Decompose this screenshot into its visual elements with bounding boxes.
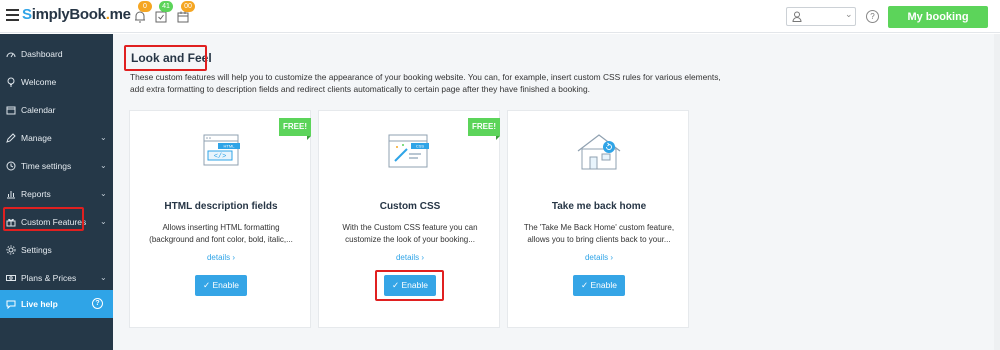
details-link[interactable]: details › [508, 253, 690, 262]
enable-button[interactable]: ✓ Enable [195, 275, 247, 296]
svg-text:CSS: CSS [416, 144, 425, 149]
svg-text:HTML: HTML [224, 144, 236, 149]
sidebar-item-custom-features[interactable]: Custom Features ⌄ [0, 208, 113, 236]
bell-icon[interactable]: 0 [133, 1, 152, 24]
top-bar: SimplyBook.me 0 41 00 ⌄ ? My booking web… [0, 0, 1000, 45]
sidebar-item-plans-prices[interactable]: Plans & Prices ⌄ [0, 264, 113, 292]
tasks-badge: 41 [159, 1, 173, 12]
chevron-down-icon: ⌄ [100, 217, 107, 226]
sidebar-item-label: Time settings [21, 161, 72, 171]
clock-icon [6, 161, 16, 171]
sidebar-item-label: Calendar [21, 105, 56, 115]
card-title: HTML description fields [164, 201, 278, 212]
help-icon[interactable]: ? [866, 10, 879, 23]
page-title: Look and Feel [131, 51, 212, 65]
css-editor-icon: CSS [388, 134, 429, 168]
money-icon [6, 275, 16, 281]
card-title: Custom CSS [379, 201, 441, 212]
sidebar-item-label: Custom Features [21, 217, 87, 227]
sidebar-item-label: Plans & Prices [21, 273, 77, 283]
chart-icon [7, 191, 15, 199]
chevron-down-icon: ⌄ [100, 161, 107, 170]
sidebar-item-dashboard[interactable]: Dashboard [0, 40, 113, 68]
feature-card-custom-css: FREE! CSS Custom CSS With the Custom CSS… [318, 110, 500, 328]
sidebar-item-label: Live help [21, 299, 58, 309]
card-description: The 'Take Me Back Home' custom feature, … [523, 223, 675, 244]
home-redirect-icon [577, 134, 621, 170]
gear-icon [6, 245, 16, 255]
help-icon[interactable]: ? [92, 298, 103, 309]
sidebar-item-manage[interactable]: Manage ⌄ [0, 124, 113, 152]
gift-icon [6, 218, 16, 227]
sidebar-item-calendar[interactable]: Calendar [0, 96, 113, 124]
dashboard-icon [6, 52, 16, 58]
card-description: With the Custom CSS feature you can cust… [342, 223, 478, 244]
sidebar-item-label: Dashboard [21, 49, 63, 59]
card-title: Take me back home [551, 201, 647, 212]
user-icon [792, 11, 802, 22]
calendar-badge: 00 [181, 1, 195, 12]
chevron-down-icon: ⌄ [845, 9, 853, 19]
checklist-icon[interactable]: 41 [154, 1, 173, 24]
logo[interactable]: SimplyBook.me [22, 6, 131, 23]
sidebar-item-time-settings[interactable]: Time settings ⌄ [0, 152, 113, 180]
calendar-icon[interactable]: 00 [176, 1, 195, 24]
sidebar: Dashboard Welcome Calendar Manage ⌄ Time… [0, 34, 113, 350]
menu-icon[interactable] [6, 9, 19, 21]
sidebar-item-live-help[interactable]: Live help ? [0, 290, 113, 318]
section-description: These custom features will help you to c… [130, 72, 721, 94]
enable-button[interactable]: ✓ Enable [573, 275, 625, 296]
card-description: Allows inserting HTML formatting (backgr… [149, 223, 293, 244]
sidebar-item-label: Settings [21, 245, 52, 255]
details-link[interactable]: details › [130, 253, 312, 262]
scrollbar[interactable] [994, 34, 1000, 350]
sidebar-item-settings[interactable]: Settings [0, 236, 113, 264]
sidebar-item-label: Reports [21, 189, 51, 199]
enable-button[interactable]: ✓ Enable [384, 275, 436, 296]
feature-card-html: FREE! HTML </> HTML description fields A… [129, 110, 311, 328]
sidebar-item-label: Manage [21, 133, 52, 143]
html-code-icon: HTML </> [203, 134, 240, 166]
sidebar-item-reports[interactable]: Reports ⌄ [0, 180, 113, 208]
chevron-down-icon: ⌄ [100, 189, 107, 198]
calendar-icon [6, 106, 16, 115]
bulb-icon [7, 77, 15, 87]
notification-badge: 0 [138, 1, 152, 12]
feature-card-take-me-back-home: Take me back home The 'Take Me Back Home… [507, 110, 689, 328]
my-booking-website-button[interactable]: My booking website [888, 6, 988, 45]
user-select[interactable]: ⌄ [786, 7, 856, 26]
chevron-down-icon: ⌄ [100, 133, 107, 142]
sidebar-item-welcome[interactable]: Welcome [0, 68, 113, 96]
chevron-down-icon: ⌄ [100, 273, 107, 282]
pencil-icon [6, 133, 16, 143]
svg-text:</>: </> [214, 153, 227, 161]
details-link[interactable]: details › [319, 253, 501, 262]
chat-icon [6, 300, 16, 309]
sidebar-item-label: Welcome [21, 77, 57, 87]
